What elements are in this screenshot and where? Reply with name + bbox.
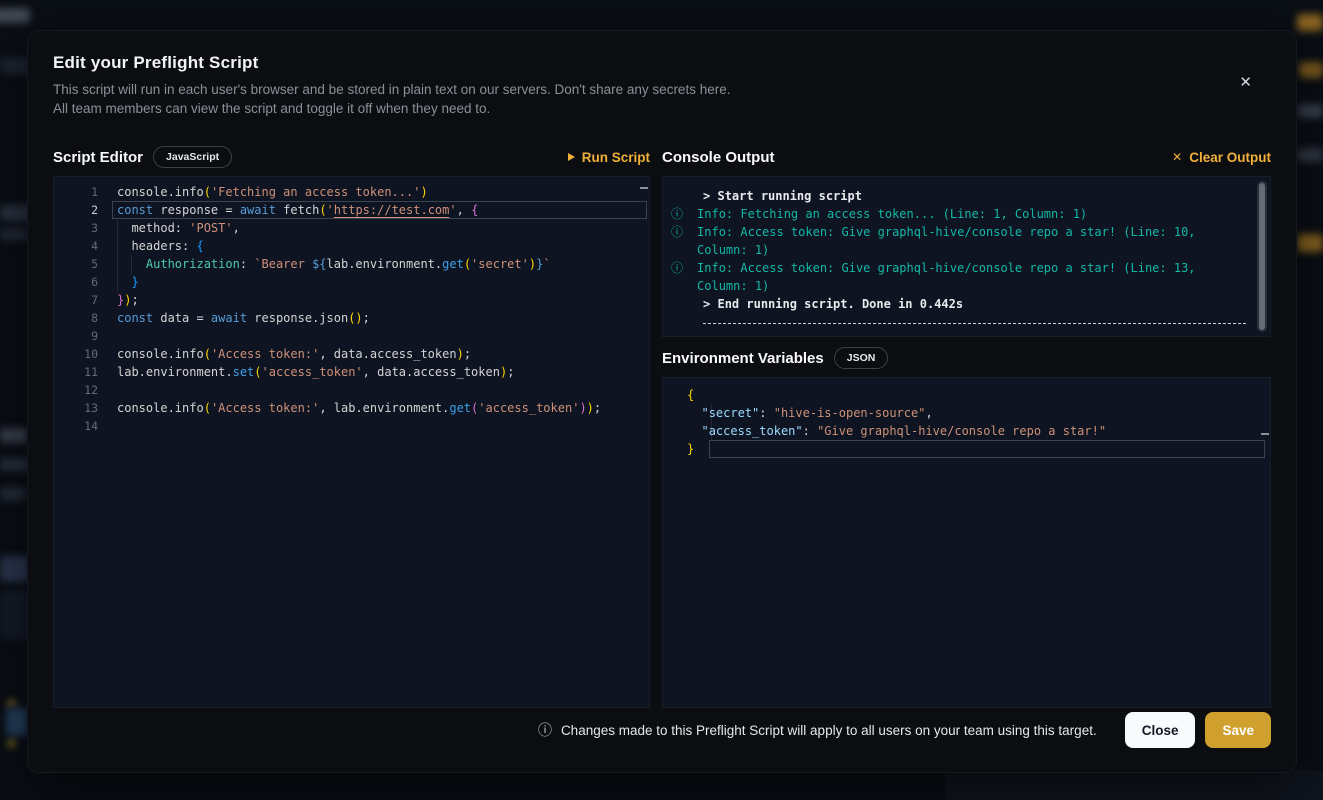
env-vars-editor[interactable]: { "secret": "hive-is-open-source", "acce…	[662, 377, 1271, 708]
clear-output-button[interactable]: ✕ Clear Output	[1172, 150, 1271, 165]
dialog-description: This script will run in each user's brow…	[53, 80, 1271, 118]
code-line[interactable]: 1console.info('Fetching an access token.…	[54, 183, 649, 201]
backdrop-blob	[0, 590, 30, 640]
line-number: 2	[54, 201, 98, 219]
console-scrollbar[interactable]	[1257, 181, 1267, 332]
close-button[interactable]: Close	[1125, 712, 1196, 748]
console-line: > Start running script	[671, 187, 1246, 205]
backdrop-blob	[0, 556, 30, 582]
info-circle-icon: ⓘ	[671, 223, 697, 259]
backdrop-blob	[0, 428, 28, 443]
code-line[interactable]: 2const response = await fetch('https://t…	[54, 201, 649, 219]
code-line[interactable]: 12	[54, 381, 649, 399]
footer-note: ⓘ Changes made to this Preflight Script …	[538, 720, 1097, 740]
backdrop-blob	[1297, 104, 1323, 118]
line-number: 11	[54, 363, 98, 381]
code-line[interactable]: 9	[54, 327, 649, 345]
code-line[interactable]: 8const data = await response.json();	[54, 309, 649, 327]
code-line[interactable]: 4 headers: {	[54, 237, 649, 255]
code-line[interactable]: 14	[54, 417, 649, 435]
backdrop-blob	[1299, 62, 1323, 78]
console-line: ⓘInfo: Access token: Give graphql-hive/c…	[671, 223, 1246, 259]
script-code-editor[interactable]: 1console.info('Fetching an access token.…	[53, 176, 650, 708]
dialog-title: Edit your Preflight Script	[53, 53, 1271, 73]
clear-icon: ✕	[1172, 150, 1182, 164]
console-separator	[703, 323, 1246, 324]
console-log-text: > End running script. Done in 0.442s	[703, 295, 963, 313]
line-number: 5	[54, 255, 98, 273]
backdrop-blob	[1297, 148, 1323, 162]
code-line[interactable]: "secret": "hive-is-open-source",	[687, 404, 1270, 422]
backdrop-blob	[6, 708, 28, 736]
code-line[interactable]: 7});	[54, 291, 649, 309]
script-editor-title: Script Editor	[53, 149, 143, 166]
console-title: Console Output	[662, 149, 775, 166]
clear-output-label: Clear Output	[1189, 150, 1271, 165]
run-script-label: Run Script	[582, 150, 650, 165]
code-line[interactable]: 10console.info('Access token:', data.acc…	[54, 345, 649, 363]
line-number: 8	[54, 309, 98, 327]
console-info-text: Info: Access token: Give graphql-hive/co…	[697, 259, 1246, 295]
backdrop-blob	[8, 700, 15, 707]
line-number: 7	[54, 291, 98, 309]
code-line[interactable]: "access_token": "Give graphql-hive/conso…	[687, 422, 1270, 440]
env-vars-header: Environment Variables JSON	[662, 345, 1271, 371]
line-number: 1	[54, 183, 98, 201]
code-line[interactable]: 3 method: 'POST',	[54, 219, 649, 237]
info-circle-icon: ⓘ	[671, 259, 697, 295]
console-header: Console Output ✕ Clear Output	[662, 144, 1271, 170]
dialog-body: Script Editor JavaScript Run Script 1con…	[53, 144, 1271, 708]
code-line[interactable]: }	[687, 440, 1270, 458]
code-line[interactable]: 13console.info('Access token:', lab.envi…	[54, 399, 649, 417]
line-number: 6	[54, 273, 98, 291]
preflight-script-dialog: Edit your Preflight Script This script w…	[27, 30, 1297, 773]
console-log-text: > Start running script	[703, 187, 862, 205]
console-info-text: Info: Fetching an access token... (Line:…	[697, 205, 1087, 223]
backdrop-blob	[945, 770, 1323, 800]
info-circle-icon: ⓘ	[671, 205, 697, 223]
json-badge: JSON	[834, 347, 889, 369]
line-number: 10	[54, 345, 98, 363]
console-line: > End running script. Done in 0.442s	[671, 295, 1246, 313]
console-line: ⓘInfo: Fetching an access token... (Line…	[671, 205, 1246, 223]
description-line-1: This script will run in each user's brow…	[53, 80, 1271, 99]
info-icon: ⓘ	[538, 720, 552, 740]
footer-note-text: Changes made to this Preflight Script wi…	[561, 723, 1097, 738]
current-line-highlight	[709, 440, 1265, 458]
description-line-2: All team members can view the script and…	[53, 99, 1271, 118]
line-number: 9	[54, 327, 98, 345]
backdrop-blob	[0, 487, 26, 501]
backdrop-blob	[0, 58, 30, 74]
line-number: 4	[54, 237, 98, 255]
backdrop-blob	[0, 458, 30, 471]
code-line[interactable]: 5 Authorization: `Bearer ${lab.environme…	[54, 255, 649, 273]
script-editor-header: Script Editor JavaScript Run Script	[53, 144, 650, 170]
code-line[interactable]: {	[687, 386, 1270, 404]
line-number: 14	[54, 417, 98, 435]
backdrop-blob	[0, 228, 28, 241]
env-vars-title: Environment Variables	[662, 350, 824, 367]
play-icon	[568, 153, 575, 161]
language-badge: JavaScript	[153, 146, 232, 168]
save-button[interactable]: Save	[1205, 712, 1271, 748]
console-info-text: Info: Access token: Give graphql-hive/co…	[697, 223, 1246, 259]
close-icon[interactable]: ✕	[1239, 75, 1252, 90]
backdrop-blob	[8, 740, 15, 747]
line-number: 3	[54, 219, 98, 237]
console-line: ⓘInfo: Access token: Give graphql-hive/c…	[671, 259, 1246, 295]
output-column: Console Output ✕ Clear Output > Start ru…	[662, 144, 1271, 708]
line-number: 12	[54, 381, 98, 399]
code-line[interactable]: 11lab.environment.set('access_token', da…	[54, 363, 649, 381]
backdrop-blob	[1297, 14, 1323, 31]
script-editor-column: Script Editor JavaScript Run Script 1con…	[53, 144, 650, 708]
backdrop-blob	[1297, 234, 1323, 252]
code-line[interactable]: 6 }	[54, 273, 649, 291]
run-script-button[interactable]: Run Script	[568, 150, 650, 165]
console-output-panel: > Start running scriptⓘInfo: Fetching an…	[662, 176, 1271, 337]
line-number: 13	[54, 399, 98, 417]
dialog-footer: ⓘ Changes made to this Preflight Script …	[53, 712, 1271, 748]
backdrop-blob	[0, 8, 30, 23]
